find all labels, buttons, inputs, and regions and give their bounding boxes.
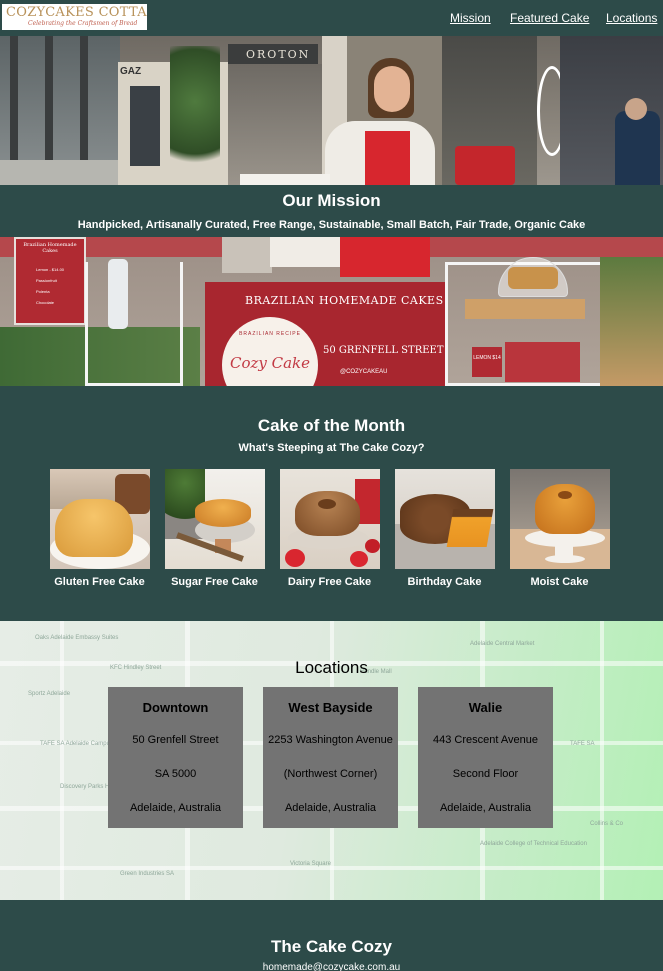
nav-link-featured-cake[interactable]: Featured Cake: [510, 11, 589, 25]
location-name: Walie: [468, 700, 503, 715]
price-tag: LEMON $14: [473, 355, 501, 361]
store-sign: OROTON: [246, 48, 311, 61]
location-card-walie[interactable]: Walie 443 Crescent Avenue Second Floor A…: [418, 687, 553, 828]
map-label: Collins & Co: [590, 821, 624, 827]
cake-label[interactable]: Moist Cake: [502, 576, 617, 588]
stall-address: 50 GRENFELL STREET: [323, 345, 444, 356]
cake-of-month-subtitle: What's Steeping at The Cake Cozy?: [238, 442, 425, 454]
nav-link-mission[interactable]: Mission: [450, 11, 491, 25]
side-sign: GAZ: [120, 66, 142, 77]
cake-image-dairy-free[interactable]: [280, 469, 380, 569]
menu-item: Lemon - $14.00: [36, 267, 65, 272]
menu-item: Polenta: [36, 289, 50, 294]
map-label: TAFE SA Adelaide Campus: [40, 741, 113, 747]
cake-image-moist[interactable]: [510, 469, 610, 569]
mission-text: Handpicked, Artisanally Curated, Free Ra…: [77, 219, 586, 231]
cake-label[interactable]: Birthday Cake: [387, 576, 502, 588]
location-line: 50 Grenfell Street: [132, 734, 219, 746]
location-line: Adelaide, Australia: [284, 802, 377, 814]
location-name: Downtown: [142, 700, 209, 715]
map-label: Adelaide Central Market: [470, 641, 535, 647]
cake-image-sugar-free[interactable]: [165, 469, 265, 569]
location-line: Adelaide, Australia: [129, 802, 222, 814]
locations-section: Oaks Adelaide Embassy Suites KFC Hindley…: [0, 621, 663, 900]
cake-label[interactable]: Gluten Free Cake: [42, 576, 157, 588]
locations-title: Locations: [295, 658, 368, 677]
cake-of-month-title: Cake of the Month: [257, 416, 406, 435]
mission-section: Our Mission Handpicked, Artisanally Cura…: [0, 185, 663, 237]
location-line: 443 Crescent Avenue: [433, 734, 538, 746]
location-line: 2253 Washington Avenue: [268, 734, 393, 746]
footer-title: The Cake Cozy: [271, 937, 392, 956]
cake-label[interactable]: Dairy Free Cake: [272, 576, 387, 588]
cake-image-birthday[interactable]: [395, 469, 495, 569]
cake-image-gluten-free[interactable]: [50, 469, 150, 569]
cake-label[interactable]: Sugar Free Cake: [157, 576, 272, 588]
stall-social: @COZYCAKEAU: [340, 369, 388, 375]
stall-photo: Brazilian Homemade Cakes Lemon - $14.00 …: [0, 237, 663, 386]
brand-logo[interactable]: COZYCAKES COTTAGE Celebrating the Crafts…: [2, 4, 147, 30]
badge-ring-text: BRAZILIAN RECIPE: [239, 331, 301, 337]
map-label: Victoria Square: [290, 861, 331, 867]
top-nav: COZYCAKES COTTAGE Celebrating the Crafts…: [0, 0, 663, 36]
location-name: West Bayside: [288, 700, 373, 715]
footer: The Cake Cozy homemade@cozycake.com.au: [0, 900, 663, 971]
location-line: Adelaide, Australia: [439, 802, 532, 814]
map-label: Sportz Adelaide: [28, 691, 71, 697]
mission-title: Our Mission: [282, 191, 381, 210]
brand-name: COZYCAKES COTTAGE: [6, 5, 147, 20]
location-line: (Northwest Corner): [283, 768, 378, 780]
cake-of-month-section: Cake of the Month What's Steeping at The…: [0, 386, 663, 621]
brand-tagline: Celebrating the Craftsmen of Bread: [28, 20, 138, 27]
nav-link-locations[interactable]: Locations: [606, 11, 657, 25]
map-label: Adelaide College of Technical Education: [480, 841, 587, 847]
hero-storefront-photo: GAZ OROTON: [0, 36, 663, 185]
location-line: Second Floor: [452, 768, 519, 780]
map-label: Green Industries SA: [120, 871, 175, 877]
stall-banner: BRAZILIAN HOMEMADE CAKES: [245, 294, 444, 307]
menu-item: Passionfruit: [36, 278, 57, 283]
location-card-west-bayside[interactable]: West Bayside 2253 Washington Avenue (Nor…: [263, 687, 398, 828]
location-line: SA 5000: [154, 768, 197, 780]
location-card-downtown[interactable]: Downtown 50 Grenfell Street SA 5000 Adel…: [108, 687, 243, 828]
menu-title: Brazilian Homemade Cakes: [23, 242, 77, 254]
map-label: TAFE SA: [570, 741, 595, 747]
map-label: Oaks Adelaide Embassy Suites: [35, 635, 119, 641]
menu-item: Chocolate: [36, 300, 55, 305]
badge-text: Cozy Cake: [229, 354, 311, 372]
footer-email-link[interactable]: homemade@cozycake.com.au: [0, 962, 663, 971]
